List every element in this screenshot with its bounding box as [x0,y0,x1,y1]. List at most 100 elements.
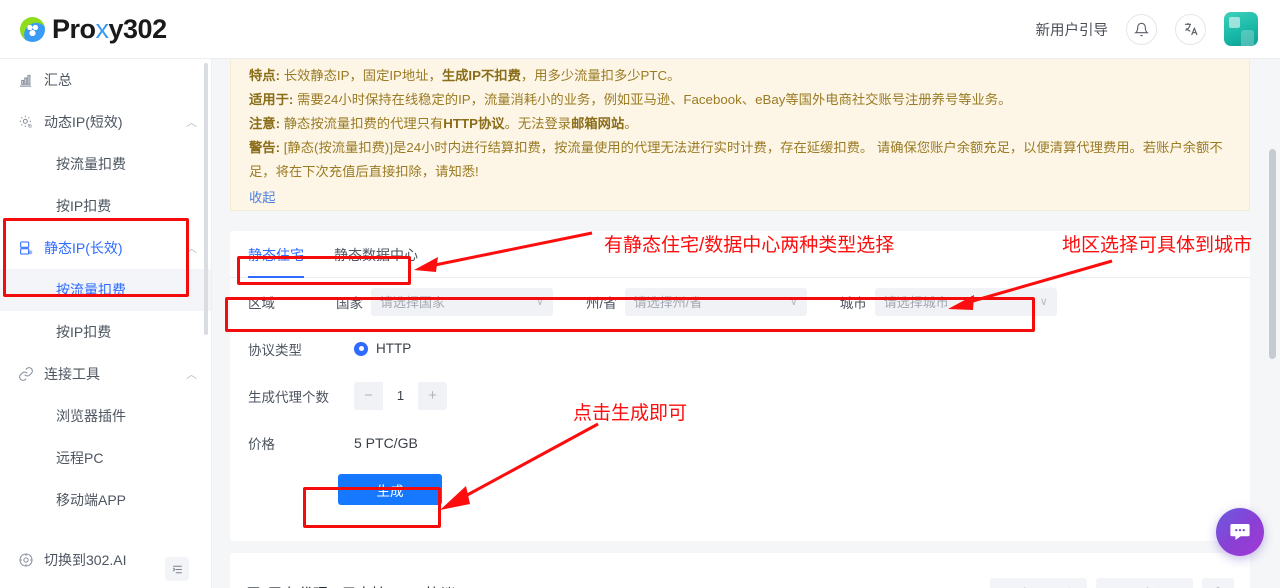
notice-warning-label: 警告: [249,140,281,155]
count-decrement-button[interactable]: − [354,382,383,410]
app-root: Proxy302 新用户引导 汇总 动态IP(短效) ︿ 按流量扣费 按IP扣费… [0,0,1280,588]
sidebar-item-dynamic-ip[interactable]: 动态IP(短效) ︿ [0,101,211,143]
sidebar-subitem-label: 按流量扣费 [56,282,126,298]
notice-feature-text-b: ，用多少流量扣多少PTC。 [520,68,681,83]
city-select[interactable]: 请选择城市 ∨ [874,287,1057,316]
sidebar-subitem-label: 浏览器插件 [56,408,126,424]
sidebar-item-connect-tools[interactable]: 连接工具 ︿ [0,353,211,395]
city-select-value: 请选择城市 [883,295,949,310]
existing-proxies-title: 已有代理 ( 只支持HTTP协议 ) [246,583,465,588]
protocol-http-label: HTTP [376,341,412,356]
info-notice-panel: 特点: 长效静态IP，固定IP地址，生成IP不扣费，用多少流量扣多少PTC。 适… [230,59,1250,211]
chevron-down-icon: ∨ [789,296,798,308]
gear-network-icon [18,114,44,130]
chevron-up-icon: ︿ [186,369,197,381]
sidebar-subitem-label: 按IP扣费 [56,198,112,214]
generate-row: 生成 [230,466,1250,505]
protocol-label: 协议类型 [248,342,302,358]
sidebar-subitem-label: 按IP扣费 [56,324,112,340]
notice-attention-text-c: 。 [624,116,638,131]
proxy-count-row: 生成代理个数 − 1 + [230,372,1250,419]
language-switch-button[interactable] [1175,13,1206,45]
main-content: 特点: 长效静态IP，固定IP地址，生成IP不扣费，用多少流量扣多少PTC。 适… [212,59,1280,588]
country-label: 国家 [336,295,363,311]
header-actions: 新用户引导 [1036,12,1258,46]
chevron-down-icon: ∨ [1039,296,1048,308]
protocol-row: 协议类型 HTTP [230,325,1250,372]
notification-bell-button[interactable] [1126,13,1157,45]
notice-feature-bold: 生成IP不扣费 [441,68,521,83]
sidebar-item-summary[interactable]: 汇总 [0,59,211,101]
refresh-button[interactable] [1202,578,1234,588]
city-label: 城市 [839,295,867,311]
notice-collapse-link[interactable]: 收起 [249,186,276,210]
chevron-up-icon: ︿ [186,243,197,255]
chat-support-button[interactable] [1216,508,1264,556]
brand-logo[interactable]: Proxy302 [20,14,167,45]
notice-attention-bold-1: HTTP协议 [443,116,505,131]
sidebar-subitem-remote-pc[interactable]: 远程PC [0,437,211,479]
sidebar-subitem-static-traffic[interactable]: 按流量扣费 [0,269,211,311]
sidebar: 汇总 动态IP(短效) ︿ 按流量扣费 按IP扣费 静态IP(长效) ︿ 按流量… [0,59,212,588]
generate-button[interactable]: 生成 [338,474,442,505]
top-header: Proxy302 新用户引导 [0,0,1280,59]
sidebar-subitem-dynamic-traffic[interactable]: 按流量扣费 [0,143,211,185]
existing-proxies-title-text: 已有代理 ( 只支持HTTP协议 ) [268,583,465,588]
notice-usecase-label: 适用于: [249,92,294,107]
proxy-type-tabs: 静态住宅 静态数据中心 [230,231,1250,278]
tab-static-datacenter[interactable]: 静态数据中心 [334,245,418,277]
notice-line-usecase: 适用于: 需要24小时保持在线稳定的IP，流量消耗小的业务，例如亚马逊、Face… [249,88,1231,112]
protocol-http-radio[interactable]: HTTP [354,341,411,356]
export-proxy-button[interactable]: 导出代理 [1095,578,1193,588]
notice-feature-label: 特点: [249,68,281,83]
proxy-count-label: 生成代理个数 [248,389,329,405]
sidebar-subitem-label: 移动端APP [56,492,127,508]
brand-part-b: y302 [108,13,168,44]
tab-static-residential[interactable]: 静态住宅 [248,245,304,278]
price-row: 价格 5 PTC/GB [230,419,1250,466]
new-user-guide-link[interactable]: 新用户引导 [1036,19,1109,40]
export-proxy-label: 导出代理 [1128,584,1180,588]
sidebar-subitem-browser-extension[interactable]: 浏览器插件 [0,395,211,437]
sidebar-item-static-ip[interactable]: 静态IP(长效) ︿ [0,227,211,269]
count-input[interactable]: 1 [383,381,418,410]
proxy-config-card: 静态住宅 静态数据中心 区域 国家 请选择国家 ∨ 州/省 请选择州/省 ∨ 城… [230,231,1250,541]
existing-proxies-actions: 批量删除 导出代理 [989,578,1234,588]
state-label: 州/省 [586,295,617,311]
user-avatar[interactable] [1224,12,1258,46]
sidebar-scrollbar[interactable] [204,63,208,335]
region-label: 区域 [248,295,275,311]
notice-usecase-text: 需要24小时保持在线稳定的IP，流量消耗小的业务，例如亚马逊、Facebook、… [293,92,1012,107]
batch-delete-button[interactable]: 批量删除 [989,578,1087,588]
notice-line-feature: 特点: 长效静态IP，固定IP地址，生成IP不扣费，用多少流量扣多少PTC。 [249,64,1231,88]
sidebar-item-label: 静态IP(长效) [44,240,123,256]
switch-globe-icon [18,552,44,568]
sidebar-item-label: 汇总 [44,72,72,88]
country-select-value: 请选择国家 [380,295,446,310]
notice-warning-text: [静态(按流量扣费)]是24小时内进行结算扣费，按流量使用的代理无法进行实时计费… [249,140,1223,179]
sidebar-subitem-mobile-app[interactable]: 移动端APP [0,479,211,521]
count-increment-button[interactable]: + [418,382,447,410]
brand-part-a: Pro [52,13,96,44]
sidebar-subitem-static-ip-billing[interactable]: 按IP扣费 [0,311,211,353]
price-value: 5 PTC/GB [354,434,418,451]
sidebar-item-label: 切换到302.AI [44,552,127,568]
main-scrollbar-thumb[interactable] [1269,149,1276,359]
chevron-up-icon: ︿ [186,117,197,129]
notice-attention-text-b: 。无法登录 [504,116,572,131]
state-select[interactable]: 请选择州/省 ∨ [624,287,807,316]
sidebar-item-label: 连接工具 [44,366,100,382]
notice-attention-text-a: 静态按流量扣费的代理只有 [280,116,444,131]
country-select[interactable]: 请选择国家 ∨ [371,287,553,316]
sidebar-subitem-dynamic-ip-billing[interactable]: 按IP扣费 [0,185,211,227]
batch-delete-label: 批量删除 [1022,584,1074,588]
link-icon [18,366,44,382]
proxy-count-stepper: − 1 + [354,381,447,410]
sidebar-subitem-label: 按流量扣费 [56,156,126,172]
collapse-sidebar-button[interactable] [165,557,189,581]
notice-line-attention: 注意: 静态按流量扣费的代理只有HTTP协议。无法登录邮箱网站。 [249,112,1231,136]
notice-attention-label: 注意: [249,116,281,131]
notice-feature-text-a: 长效静态IP，固定IP地址， [280,68,442,83]
existing-proxies-panel: 已有代理 ( 只支持HTTP协议 ) 批量删除 导出代理 [230,553,1250,588]
